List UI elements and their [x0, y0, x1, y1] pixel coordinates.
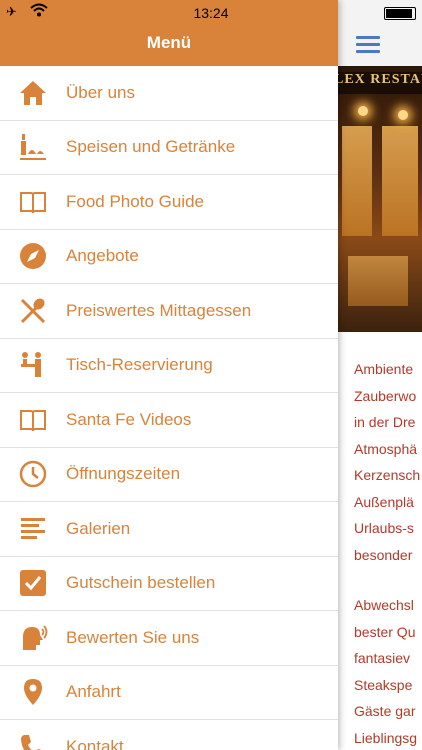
paragraph-line: Atmosphä: [354, 440, 418, 457]
menu-item-label: Galerien: [66, 518, 131, 538]
menu-item-label: Öffnungszeiten: [66, 464, 181, 484]
paragraph-line: Abwechsl: [354, 597, 414, 613]
content-navbar: [338, 0, 422, 67]
hamburger-menu-icon[interactable]: [356, 36, 380, 53]
paragraph-line: Urlaubs-s: [354, 520, 414, 536]
menu-item-label: Kontakt: [66, 736, 124, 750]
menu-item[interactable]: Gutschein bestellen: [0, 557, 338, 611]
menu-list: Über uns Speisen und Getränke Food Photo G…: [0, 66, 338, 750]
menu-item-label: Anfahrt: [66, 682, 121, 702]
food-drink-icon: [0, 132, 66, 162]
menu-item[interactable]: Preiswertes Mittagessen: [0, 284, 338, 339]
paragraph-line: Kerzensch: [354, 467, 421, 483]
paragraph-line: fantasiev: [354, 650, 411, 666]
menu-item-label: Food Photo Guide: [66, 191, 204, 211]
paragraph-line: besonder: [354, 546, 413, 563]
content-panel: LEX RESTAU Ambiente Zauberwo in der Dre Atm…: [338, 0, 422, 750]
menu-item[interactable]: Santa Fe Videos: [0, 393, 338, 448]
menu-item[interactable]: Food Photo Guide: [0, 175, 338, 230]
home-icon: [0, 78, 66, 108]
menu-item-label: Bewerten Sie uns: [66, 627, 200, 647]
menu-item[interactable]: Öffnungszeiten: [0, 448, 338, 502]
text-lines-icon: [0, 514, 66, 544]
menu-item[interactable]: Anfahrt: [0, 666, 338, 720]
menu-item[interactable]: Galerien: [0, 502, 338, 557]
menu-item[interactable]: Tisch-Reservierung: [0, 339, 338, 393]
book-icon: [0, 405, 66, 435]
menu-item-label: Tisch-Reservierung: [66, 355, 213, 375]
paragraph-line: Lieblingsg: [354, 729, 418, 746]
fork-spoon-icon: [0, 296, 66, 326]
side-menu: ✈ 13:24 Menü Über uns Speisen und Getränk…: [0, 0, 338, 750]
menu-item[interactable]: Über uns: [0, 66, 338, 121]
compass-icon: [0, 241, 66, 271]
location-pin-icon: [0, 677, 66, 707]
paragraph-line: Zauberwo: [354, 387, 417, 404]
battery-icon: [384, 7, 416, 20]
menu-item[interactable]: Bewerten Sie uns: [0, 611, 338, 666]
menu-item-label: Speisen und Getränke: [66, 137, 236, 157]
status-time: 13:24: [193, 5, 229, 21]
intro-paragraph-2: Abwechsl bester Qu fantasiev Steakspe Gäste …: [354, 592, 422, 750]
paragraph-line: Ambiente: [354, 361, 414, 377]
menu-item-label: Gutschein bestellen: [66, 573, 216, 593]
reception-icon: [0, 350, 66, 380]
menu-item-label: Über uns: [66, 82, 135, 102]
menu-item-label: Santa Fe Videos: [66, 409, 192, 429]
menu-header: ✈ 13:24 Menü: [0, 0, 338, 66]
checkbox-icon: [0, 568, 66, 598]
photo-sign-text: LEX RESTAU: [338, 72, 422, 94]
menu-item[interactable]: Kontakt: [0, 720, 338, 750]
status-bar: ✈ 13:24: [0, 0, 338, 22]
book-icon: [0, 187, 66, 217]
intro-paragraph-1: Ambiente Zauberwo in der Dre Atmosphä Kerzen…: [354, 356, 422, 568]
menu-title: Menü: [146, 33, 192, 52]
paragraph-line: Steakspe: [354, 676, 413, 693]
paragraph-line: Gäste gar: [354, 703, 416, 719]
menu-item[interactable]: Speisen und Getränke: [0, 121, 338, 175]
paragraph-line: bester Qu: [354, 623, 416, 640]
clock-icon: [0, 459, 66, 489]
paragraph-line: in der Dre: [354, 414, 416, 430]
phone-icon: [0, 732, 66, 750]
menu-item-label: Angebote: [66, 246, 139, 266]
menu-item[interactable]: Angebote: [0, 230, 338, 284]
paragraph-line: Außenplä: [354, 493, 414, 510]
speaking-head-icon: [0, 623, 66, 653]
menu-item-label: Preiswertes Mittagessen: [66, 300, 252, 320]
restaurant-photo: LEX RESTAU: [338, 66, 422, 332]
